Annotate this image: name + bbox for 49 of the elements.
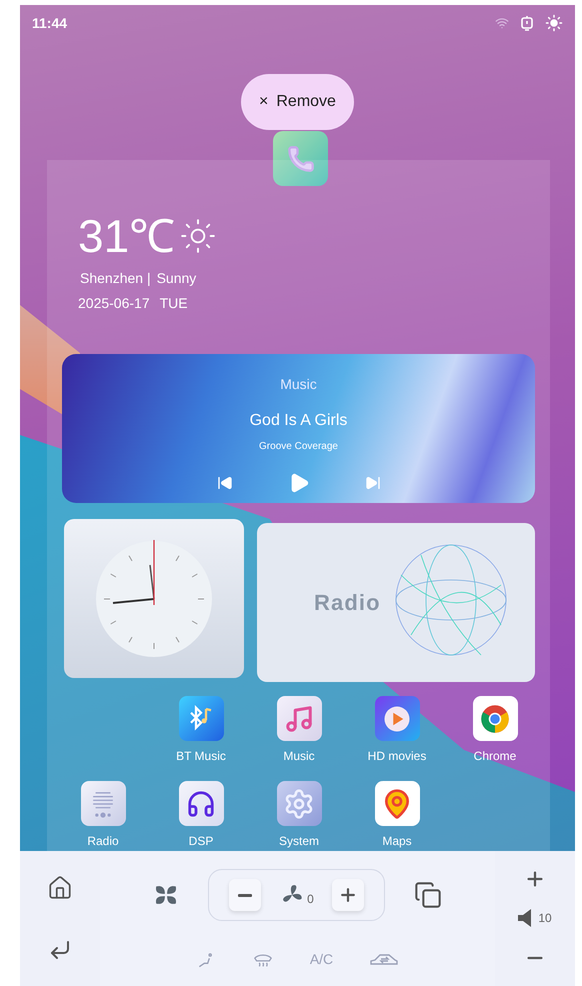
widget-title: Music [280,375,317,394]
phone-icon [286,144,314,172]
device-icon [521,15,533,31]
status-time: 11:44 [32,14,68,32]
copy-icon[interactable] [414,881,442,909]
speaker-icon [518,908,532,928]
fan-decrease-button[interactable] [229,879,262,911]
sunny-icon [179,217,218,255]
radio-card[interactable]: Radio [257,523,535,682]
app-icon[interactable] [374,781,420,826]
brightness-icon [545,14,563,32]
weather-condition: Sunny [156,269,196,288]
previous-button[interactable] [216,475,232,491]
temperature: 31℃ [78,212,176,260]
wifi-icon [495,16,509,30]
weekday: TUE [160,294,188,313]
app-icon[interactable] [276,696,322,741]
play-disc-icon [382,704,412,734]
song-title: God Is A Girls [250,411,348,431]
app-label[interactable]: Radio [87,832,119,850]
app-label[interactable]: Music [283,747,315,765]
app-icon[interactable] [178,781,224,826]
city: Shenzhen | [80,269,151,288]
headphones-icon [186,788,216,818]
app-label[interactable]: Chrome [474,747,516,765]
gear-icon [283,788,315,820]
app-icon[interactable] [178,696,224,741]
fan-speed: 0 [307,891,314,908]
dragged-phone-app-icon[interactable] [273,131,328,186]
close-icon: × [259,90,268,114]
app-icon[interactable] [472,696,518,741]
artist: Groove Coverage [259,440,338,454]
chrome-icon [480,704,510,734]
app-label[interactable]: HD movies [368,747,426,765]
fan-increase-button[interactable] [332,879,364,911]
music-card[interactable]: Music God Is A Girls Groove Coverage [62,354,535,503]
remove-button[interactable]: × Remove [241,74,354,130]
app-label[interactable]: DSP [188,832,214,850]
radio-widget-label: Radio [314,589,381,617]
date: 2025-06-17 [78,294,150,313]
home-button[interactable] [47,875,73,902]
app-icon[interactable] [374,696,420,741]
app-label[interactable]: Maps [382,832,412,850]
app-label[interactable]: BT Music [176,747,226,765]
ac-toggle[interactable]: A/C [310,949,334,970]
minus-icon [238,894,252,896]
app-label[interactable]: System [278,832,319,850]
volume-level: 10 [538,910,552,928]
music-note-icon [284,704,314,734]
